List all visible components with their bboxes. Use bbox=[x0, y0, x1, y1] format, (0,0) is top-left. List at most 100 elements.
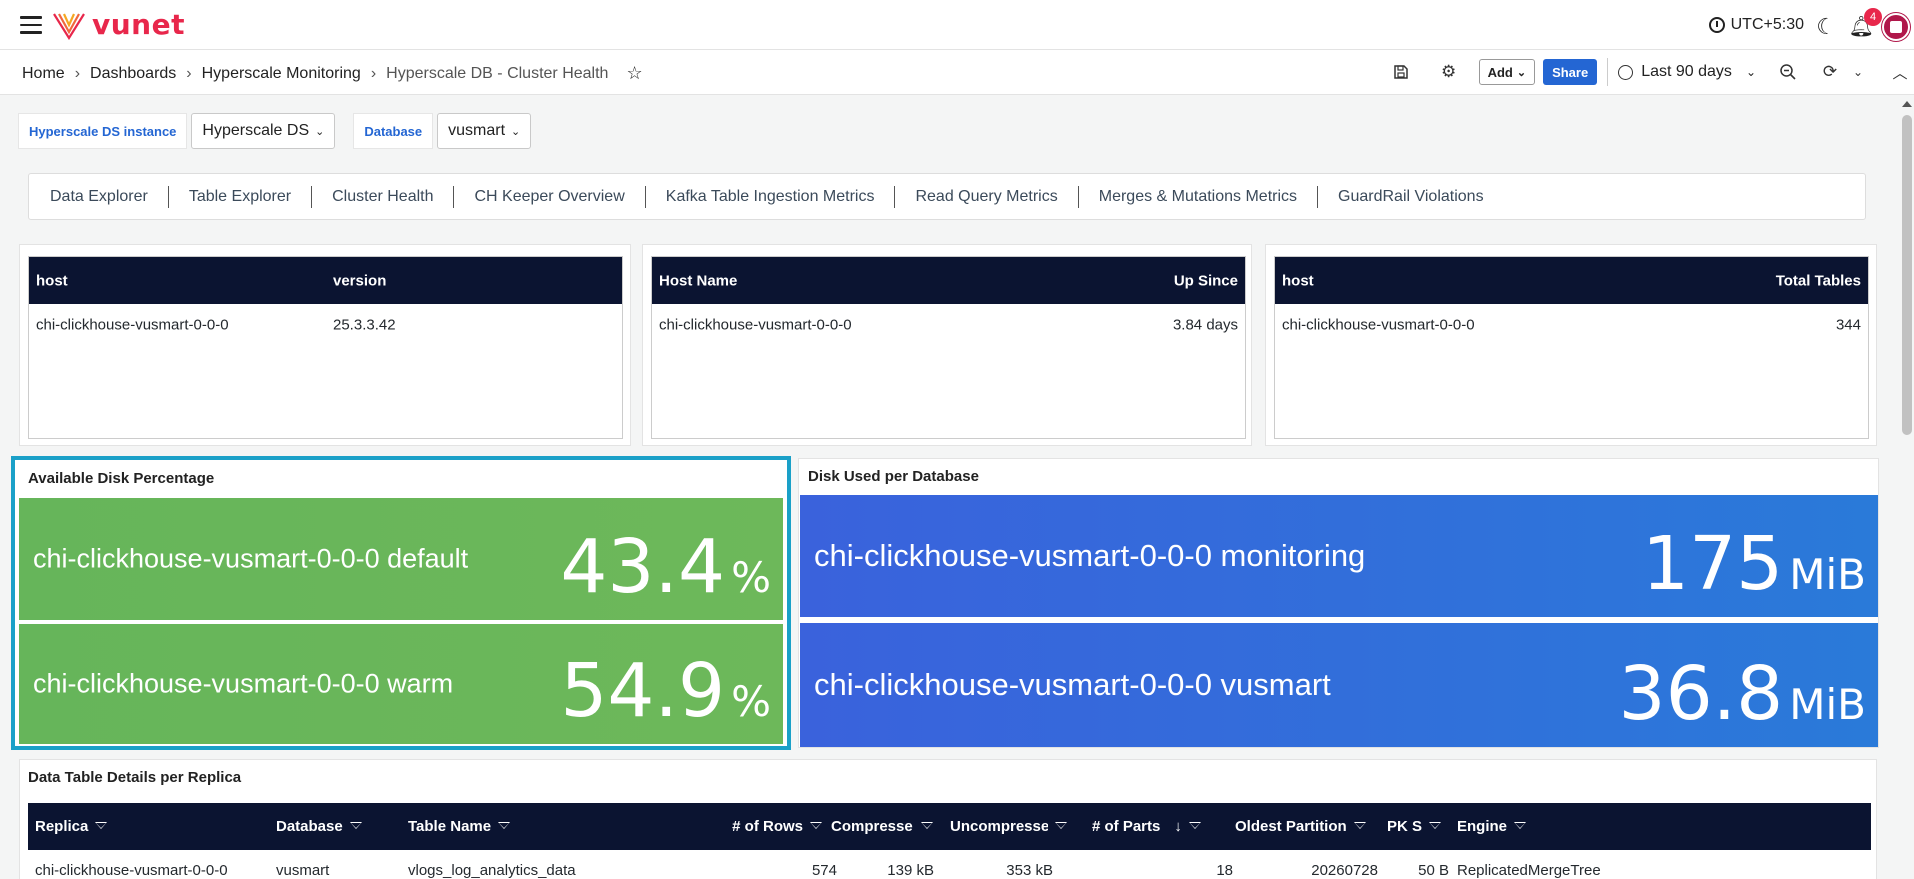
sort-desc-icon[interactable]: ↓ bbox=[1174, 818, 1182, 835]
scroll-thumb[interactable] bbox=[1902, 115, 1912, 435]
add-button[interactable]: Add ⌄ bbox=[1478, 59, 1536, 85]
variable-value: Hyperscale DS bbox=[202, 122, 310, 139]
cell-host: chi-clickhouse-vusmart-0-0-0 bbox=[1282, 316, 1475, 334]
column-header-up-since[interactable]: Up Since bbox=[1174, 272, 1238, 289]
variable-select-ds-instance[interactable]: Hyperscale DS ⌄ bbox=[191, 113, 336, 149]
column-header-version[interactable]: version bbox=[333, 272, 386, 289]
tab-kafka-ingestion[interactable]: Kafka Table Ingestion Metrics bbox=[666, 188, 875, 206]
table-header: host Total Tables bbox=[1275, 257, 1868, 304]
column-header-host-name[interactable]: Host Name bbox=[659, 272, 737, 289]
variable-select-database[interactable]: vusmart ⌄ bbox=[437, 113, 532, 149]
stat-unit: % bbox=[731, 677, 771, 726]
uptime-panel: Host Name Up Since chi-clickhouse-vusmar… bbox=[642, 244, 1252, 446]
refresh-icon[interactable]: ⟳ bbox=[1816, 58, 1844, 86]
column-header-label: Replica bbox=[35, 818, 89, 835]
version-table: host version chi-clickhouse-vusmart-0-0-… bbox=[28, 256, 623, 439]
stat-tile: chi-clickhouse-vusmart-0-0-0 default 43.… bbox=[19, 498, 783, 620]
notifications-bell-icon[interactable]: 🔔︎ 4 bbox=[1849, 8, 1882, 39]
column-header-database[interactable]: Database bbox=[276, 803, 381, 850]
filter-icon[interactable] bbox=[94, 820, 108, 834]
variable-label-database: Database bbox=[353, 113, 434, 149]
tab-ch-keeper-overview[interactable]: CH Keeper Overview bbox=[474, 188, 624, 206]
cell-engine: ReplicatedMergeTree bbox=[1457, 862, 1601, 879]
breadcrumb-home[interactable]: Home bbox=[22, 65, 65, 83]
column-header-replica[interactable]: Replica bbox=[35, 803, 225, 850]
tab-cluster-health[interactable]: Cluster Health bbox=[332, 188, 433, 206]
column-header-label: # of Rows bbox=[732, 818, 803, 835]
stat-number: 54.9 bbox=[560, 648, 726, 734]
tab-data-explorer[interactable]: Data Explorer bbox=[50, 188, 148, 206]
clock-icon bbox=[1618, 64, 1634, 80]
column-header-engine[interactable]: Engine bbox=[1457, 803, 1577, 850]
collapse-chevron-up-icon[interactable]: ︿ bbox=[1886, 58, 1914, 86]
column-header-host[interactable]: host bbox=[1282, 272, 1314, 289]
menu-icon[interactable] bbox=[20, 16, 42, 34]
available-disk-panel[interactable]: Available Disk Percentage chi-clickhouse… bbox=[11, 456, 791, 750]
variable-label-ds-instance: Hyperscale DS instance bbox=[18, 113, 188, 149]
tab-divider bbox=[644, 185, 646, 208]
app-logo[interactable]: vunet bbox=[52, 10, 185, 40]
disk-used-panel[interactable]: Disk Used per Database chi-clickhouse-vu… bbox=[798, 458, 1879, 748]
tab-divider bbox=[1077, 185, 1079, 208]
timezone-indicator[interactable]: UTC+5:30 bbox=[1708, 16, 1804, 34]
column-header-oldest-partition[interactable]: Oldest Partition bbox=[1235, 803, 1385, 850]
column-header-uncompressed[interactable]: Uncompresse bbox=[950, 803, 1080, 850]
details-table: Replica Database Table Name # of Rows Co… bbox=[28, 803, 1871, 879]
tab-guardrail-violations[interactable]: GuardRail Violations bbox=[1338, 188, 1484, 206]
column-header-rows[interactable]: # of Rows bbox=[723, 803, 823, 850]
filter-icon[interactable] bbox=[920, 820, 934, 834]
save-icon[interactable] bbox=[1387, 58, 1415, 86]
column-header-parts[interactable]: # of Parts ↓ bbox=[1092, 803, 1222, 850]
table-row[interactable]: chi-clickhouse-vusmart-0-0-0 vusmart vlo… bbox=[28, 850, 1871, 879]
column-header-pk-size[interactable]: PK S bbox=[1387, 803, 1447, 850]
table-row: chi-clickhouse-vusmart-0-0-0 344 bbox=[1275, 304, 1868, 346]
cell-database: vusmart bbox=[276, 862, 330, 879]
stat-value: 54.9% bbox=[560, 654, 771, 728]
breadcrumb-dashboards[interactable]: Dashboards bbox=[90, 65, 176, 83]
tab-merges-mutations[interactable]: Merges & Mutations Metrics bbox=[1099, 188, 1297, 206]
scroll-up-arrow-icon[interactable] bbox=[1902, 101, 1912, 107]
breadcrumb-current: Hyperscale DB - Cluster Health bbox=[386, 64, 609, 82]
filter-icon[interactable] bbox=[1513, 820, 1527, 834]
filter-icon[interactable] bbox=[1054, 820, 1068, 834]
time-range-picker[interactable]: Last 90 days ⌄ bbox=[1618, 63, 1756, 81]
share-button[interactable]: Share bbox=[1543, 59, 1598, 85]
column-header-total-tables[interactable]: Total Tables bbox=[1776, 272, 1861, 289]
time-range-label: Last 90 days bbox=[1641, 63, 1732, 80]
variable-value: vusmart bbox=[448, 122, 506, 139]
cell-uncompressed: 353 kB bbox=[1006, 862, 1053, 879]
filter-icon[interactable] bbox=[809, 820, 823, 834]
filter-icon[interactable] bbox=[497, 820, 511, 834]
cell-oldest-partition: 20260728 bbox=[1311, 862, 1378, 879]
breadcrumb-hyperscale-monitoring[interactable]: Hyperscale Monitoring bbox=[202, 65, 361, 83]
column-header-host[interactable]: host bbox=[36, 272, 68, 289]
favorite-star-icon[interactable]: ☆ bbox=[626, 63, 642, 84]
uptime-table: Host Name Up Since chi-clickhouse-vusmar… bbox=[651, 256, 1246, 439]
settings-gear-icon[interactable]: ⚙ bbox=[1435, 58, 1463, 86]
filter-icon[interactable] bbox=[1353, 820, 1367, 834]
dark-mode-icon[interactable]: ☾ bbox=[1816, 14, 1836, 40]
tab-divider bbox=[453, 185, 455, 208]
filter-icon[interactable] bbox=[1428, 820, 1442, 834]
refresh-interval-chevron-icon[interactable]: ⌄ bbox=[1844, 58, 1872, 86]
cell-table-name: vlogs_log_analytics_data bbox=[408, 862, 576, 879]
tab-table-explorer[interactable]: Table Explorer bbox=[189, 188, 291, 206]
panel-title: Available Disk Percentage bbox=[28, 470, 215, 487]
user-avatar[interactable] bbox=[1882, 13, 1910, 41]
zoom-out-icon[interactable] bbox=[1774, 58, 1802, 86]
tab-read-query-metrics[interactable]: Read Query Metrics bbox=[915, 188, 1057, 206]
filter-icon[interactable] bbox=[1188, 820, 1202, 834]
total-tables-table: host Total Tables chi-clickhouse-vusmart… bbox=[1274, 256, 1869, 439]
version-panel: host version chi-clickhouse-vusmart-0-0-… bbox=[19, 244, 631, 446]
column-header-table-name[interactable]: Table Name bbox=[408, 803, 548, 850]
logo-icon bbox=[53, 13, 85, 40]
tab-divider bbox=[311, 185, 313, 208]
stat-value: 43.4% bbox=[560, 530, 771, 604]
dashboard-variables: Hyperscale DS instance Hyperscale DS ⌄ D… bbox=[18, 113, 532, 149]
filter-icon[interactable] bbox=[349, 820, 363, 834]
column-header-compressed[interactable]: Compresse bbox=[831, 803, 943, 850]
table-header: Host Name Up Since bbox=[652, 257, 1245, 304]
column-header-label: PK S bbox=[1387, 818, 1423, 835]
page-scrollbar[interactable] bbox=[1900, 95, 1914, 879]
cell-compressed: 139 kB bbox=[887, 862, 934, 879]
